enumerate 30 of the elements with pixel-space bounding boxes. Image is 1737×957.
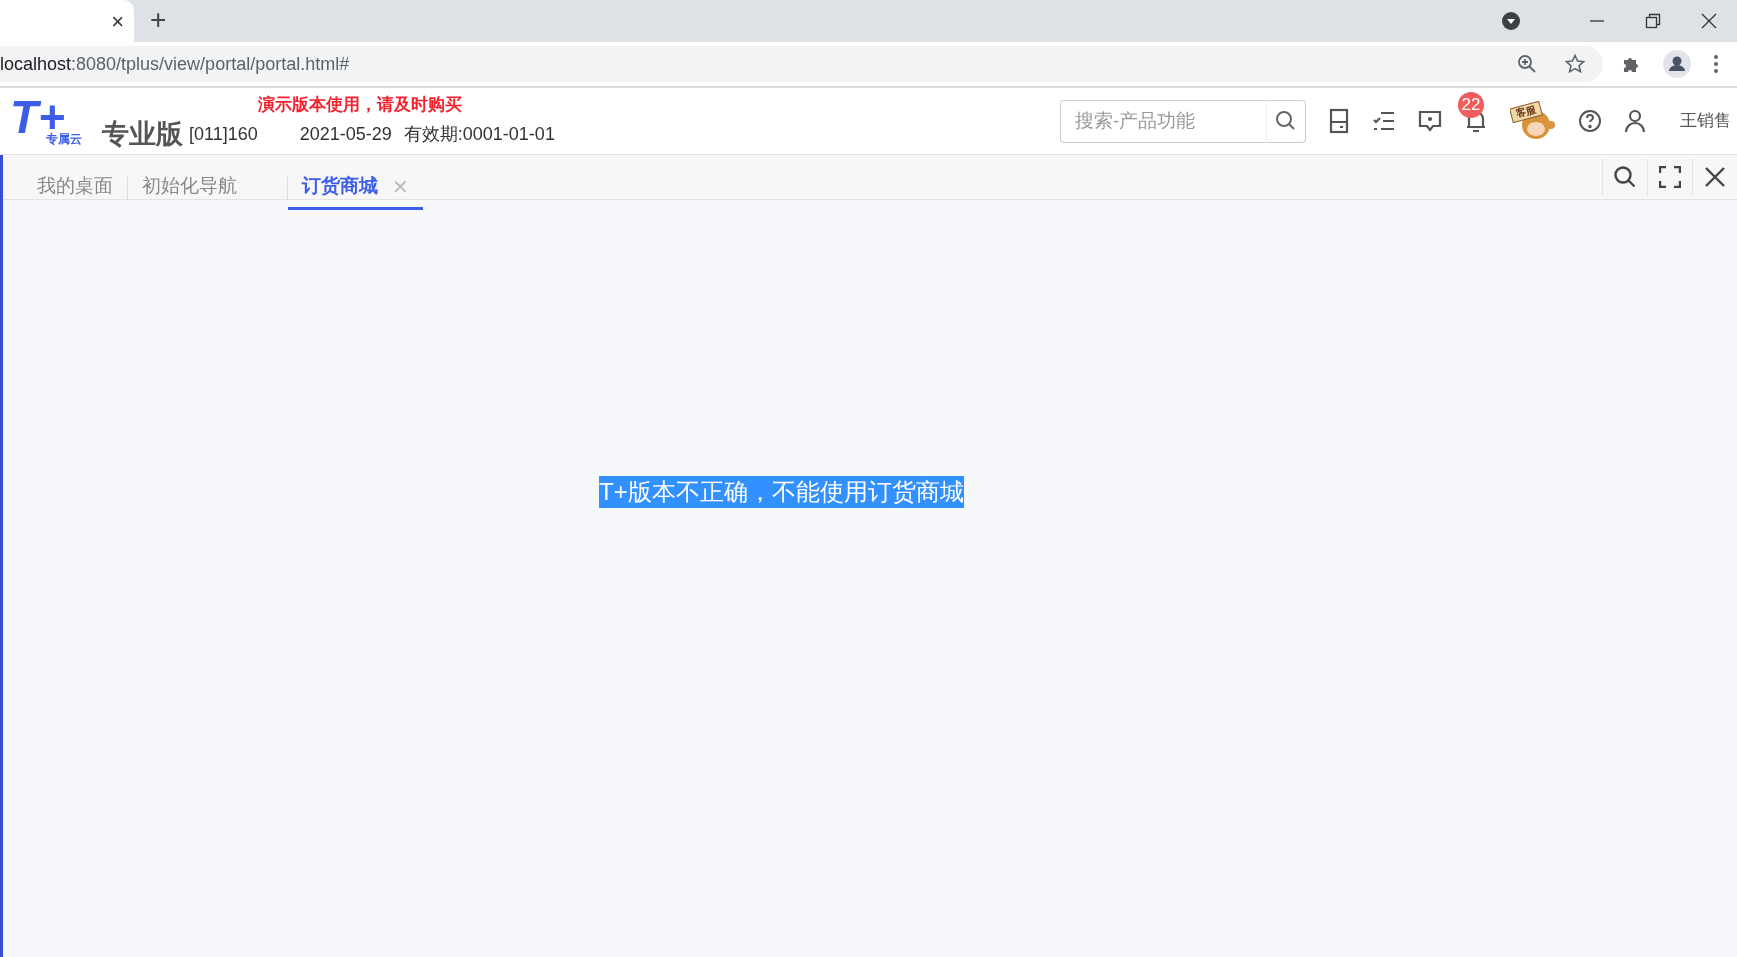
restore-icon[interactable] <box>1645 13 1661 29</box>
new-tab-button[interactable]: + <box>150 6 167 34</box>
user-icon[interactable] <box>1624 109 1646 133</box>
notification-badge: 22 <box>1458 92 1484 118</box>
browser-tab[interactable]: × <box>0 0 134 42</box>
url-text: localhost:8080/tplus/view/portal/portal.html# <box>0 52 350 76</box>
message-icon[interactable] <box>1418 109 1442 133</box>
star-icon[interactable] <box>1565 54 1585 74</box>
user-name[interactable]: 王销售 <box>1680 108 1731 134</box>
address-bar[interactable]: localhost:8080/tplus/view/portal/portal.html# <box>0 46 1603 82</box>
search-icon[interactable] <box>1266 99 1306 143</box>
demo-notice: 演示版本使用，请及时购买 <box>258 94 462 116</box>
page-tab[interactable]: 订货商城 ✕ <box>288 166 423 210</box>
calculator-icon[interactable] <box>1328 108 1350 134</box>
zoom-icon[interactable] <box>1517 54 1537 74</box>
validity-date: 有效期:0001-01-01 <box>403 123 555 146</box>
account-code: [011]160 <box>189 123 258 146</box>
error-message: T+版本不正确，不能使用订货商城 <box>599 476 964 508</box>
help-icon[interactable] <box>1578 109 1602 133</box>
close-tab-button[interactable]: × <box>111 4 124 38</box>
profile-icon[interactable] <box>1663 50 1691 78</box>
brand-logo: T+专属云 <box>10 98 83 148</box>
search-field[interactable]: 搜索-产品功能 <box>1060 99 1266 143</box>
close-window-icon[interactable] <box>1701 13 1717 29</box>
more-icon[interactable] <box>1713 54 1719 74</box>
tab-search-icon[interactable] <box>1501 11 1521 31</box>
login-date: 2021-05-29 <box>299 123 392 146</box>
edition-label: 专业版 <box>102 121 183 148</box>
mascot-drawing[interactable]: 客服 <box>1510 101 1556 141</box>
task-list-icon[interactable] <box>1372 110 1396 132</box>
